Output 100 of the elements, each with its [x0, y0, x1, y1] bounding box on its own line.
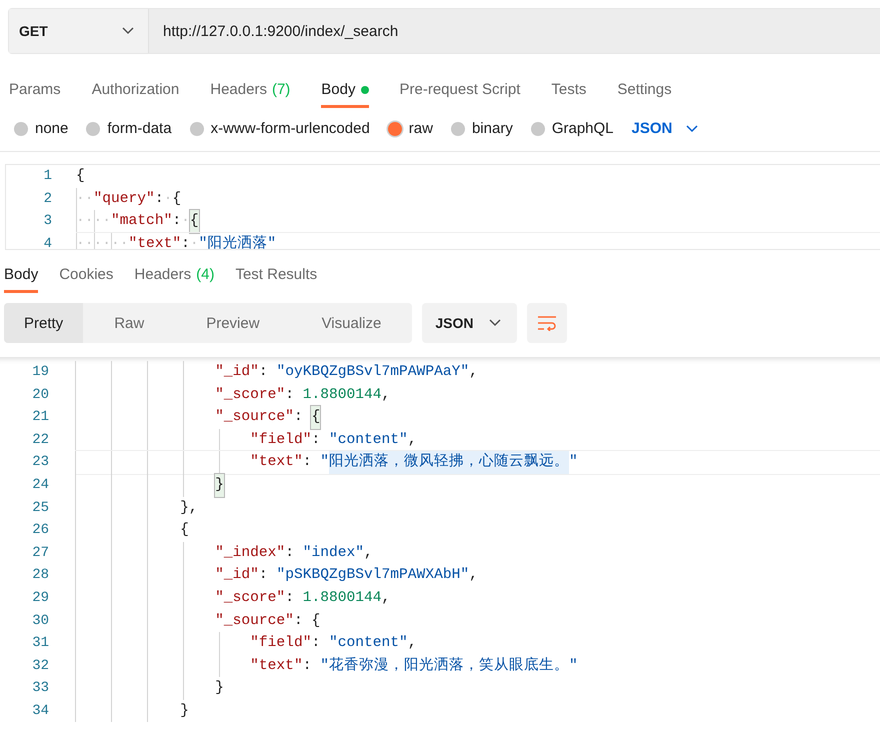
- code-token: {: [76, 167, 85, 186]
- request-tab[interactable]: Settings: [617, 73, 672, 108]
- code-token: },: [180, 498, 198, 518]
- request-tab[interactable]: Authorization: [92, 73, 180, 108]
- response-tab[interactable]: Cookies: [59, 258, 114, 293]
- code-token: {: [180, 521, 189, 540]
- code-token: "text": [250, 656, 303, 676]
- tab-label: Params: [9, 81, 61, 98]
- whitespace-marker: ·: [190, 234, 199, 249]
- request-tab[interactable]: Body: [321, 73, 368, 108]
- line-number: 28: [31, 566, 49, 586]
- body-type-radio[interactable]: form-data: [86, 120, 172, 137]
- tab-label: Authorization: [92, 81, 180, 98]
- code-token: "_id": [215, 363, 259, 382]
- view-mode-tab[interactable]: Pretty: [4, 303, 84, 343]
- tab-count: (4): [196, 266, 214, 283]
- code-token: :: [302, 656, 312, 676]
- response-tab[interactable]: Body: [4, 258, 38, 293]
- code-token: "content": [328, 634, 408, 654]
- chevron-down-icon: [686, 124, 698, 132]
- body-type-radio[interactable]: GraphQL: [530, 120, 614, 137]
- code-token: ,: [408, 634, 417, 654]
- code-token: "_score": [215, 386, 286, 405]
- radio-label: GraphQL: [552, 120, 614, 137]
- code-token: "_index": [215, 544, 286, 563]
- code-token: "text": [250, 453, 303, 472]
- line-number: 25: [31, 498, 49, 518]
- line-number: 2: [42, 190, 52, 208]
- code-token: ,: [469, 363, 478, 382]
- body-type-radio[interactable]: raw: [388, 120, 433, 137]
- radio-label: none: [35, 120, 68, 137]
- whitespace-marker: ····: [76, 212, 112, 231]
- code-token: ": [568, 453, 578, 472]
- tab-count: (7): [272, 81, 290, 98]
- code-token: :: [302, 453, 312, 472]
- chevron-down-icon: [489, 319, 502, 327]
- code-token: "花香弥漫，阳光洒落，笑从眼底生。": [320, 656, 578, 676]
- request-body-editor[interactable]: 1 { 2 ··"query":·{ 3 ····"match":·{ 4 ······"text":·"阳光洒落": [5, 164, 880, 250]
- code-token: "_source": [215, 612, 294, 631]
- radio-label: form-data: [107, 120, 172, 137]
- code-token: :: [181, 234, 190, 249]
- code-token: }: [180, 702, 189, 721]
- line-number: 1: [42, 167, 52, 186]
- whitespace-marker: ······: [76, 234, 129, 249]
- line-number: 32: [31, 656, 49, 676]
- line-number: 27: [31, 544, 49, 563]
- request-tab[interactable]: Headers (7): [210, 73, 290, 108]
- request-tab[interactable]: Pre-request Script: [400, 73, 520, 108]
- code-token: :: [285, 588, 295, 608]
- selected-text: 阳光洒落，微风轻拂，心随云飘远。: [328, 451, 569, 474]
- body-type-radio[interactable]: none: [14, 120, 68, 137]
- code-token: "field": [250, 634, 312, 654]
- tab-label: Headers: [134, 266, 192, 283]
- tab-label: Body: [4, 266, 38, 283]
- request-tab[interactable]: Tests: [551, 73, 586, 108]
- whitespace-marker: ·: [164, 190, 172, 208]
- whitespace-marker: ·: [181, 212, 190, 231]
- matched-bracket: {: [190, 210, 199, 232]
- code-token: :: [154, 190, 164, 208]
- code-token: "_id": [215, 566, 259, 586]
- line-number: 24: [31, 476, 49, 495]
- code-token: ": [320, 453, 329, 472]
- code-token: }: [215, 679, 224, 698]
- line-number: 22: [31, 430, 49, 450]
- code-token: :: [285, 544, 295, 563]
- code-token: "_source": [215, 408, 294, 428]
- tab-label: Headers: [210, 81, 267, 98]
- code-token: 1.8800144: [302, 386, 382, 405]
- code-token: :: [294, 408, 304, 428]
- request-tab[interactable]: Params: [9, 73, 61, 108]
- tab-label: Cookies: [59, 266, 114, 283]
- code-token: "text": [128, 234, 182, 249]
- code-token: "pSKBQZgBSvl7mPAWXAbH": [276, 566, 470, 586]
- response-tab[interactable]: Headers (4): [134, 258, 214, 293]
- code-token: 1.8800144: [302, 588, 382, 608]
- line-number: 31: [31, 634, 49, 654]
- matched-bracket: }: [215, 474, 224, 497]
- line-number: 30: [31, 612, 49, 631]
- tab-label: Pre-request Script: [400, 81, 520, 98]
- response-format-dropdown[interactable]: JSON: [422, 303, 518, 343]
- line-number: 19: [31, 363, 49, 382]
- radio-label: raw: [408, 120, 433, 137]
- wrap-lines-button[interactable]: [527, 303, 568, 343]
- code-token: : {: [294, 612, 320, 631]
- code-token: "oyKBQZgBSvl7mPAWPAaY": [276, 363, 470, 382]
- tab-label: Settings: [617, 81, 672, 98]
- response-tab[interactable]: Test Results: [235, 258, 318, 293]
- line-number: 33: [31, 679, 49, 698]
- radio-label: binary: [472, 120, 513, 137]
- code-token: ,: [408, 430, 417, 450]
- code-token: :: [285, 386, 295, 405]
- whitespace-marker: ··: [76, 190, 94, 208]
- code-token: "index": [302, 544, 364, 563]
- tab-label: Body: [321, 81, 356, 98]
- code-token: {: [172, 190, 182, 208]
- body-type-radio[interactable]: binary: [450, 120, 513, 137]
- code-token: "field": [250, 430, 312, 450]
- code-token: ,: [382, 588, 390, 608]
- format-dropdown[interactable]: JSON: [632, 120, 698, 137]
- code-token: ,: [382, 386, 390, 405]
